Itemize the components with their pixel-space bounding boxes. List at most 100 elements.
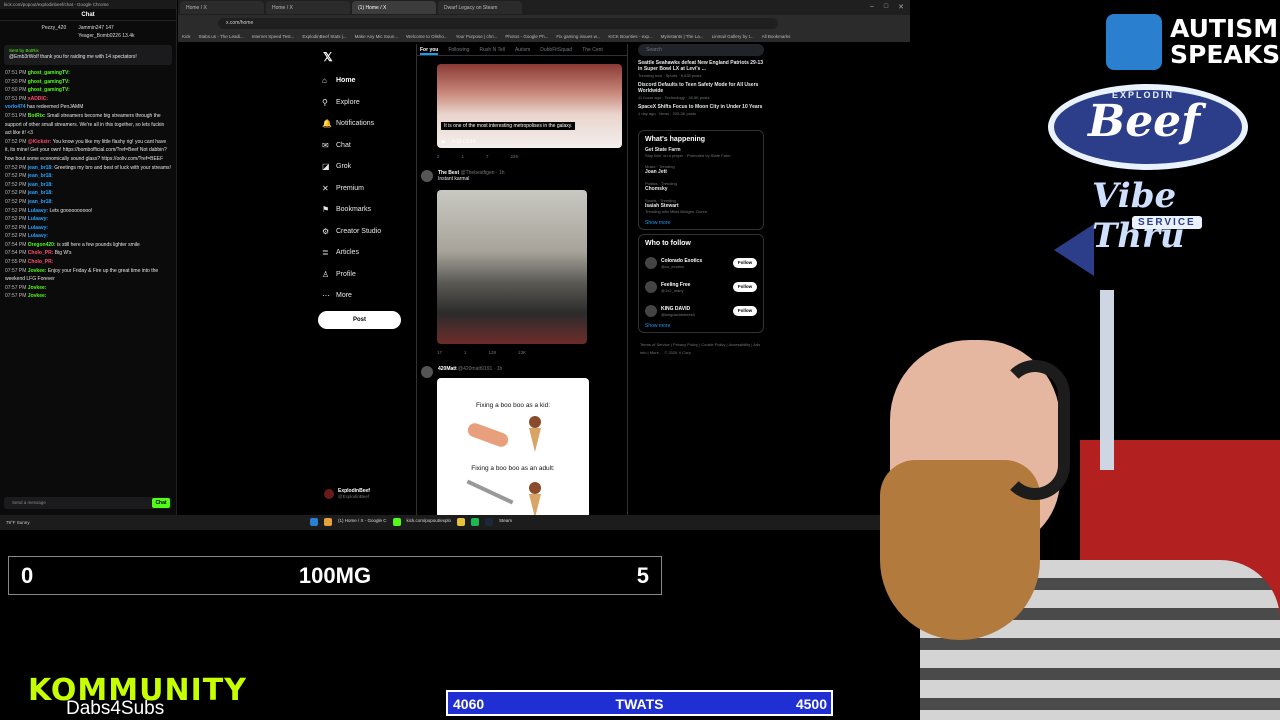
trend-item[interactable]: Sports · Trending Isaiah Stewart Trending … — [645, 198, 757, 214]
bookmark-item[interactable]: Stabs.us - The Leadi... — [199, 34, 244, 39]
nav-more[interactable]: ⋯ More — [322, 285, 381, 307]
bookmark-item[interactable]: Make Any Mic Soun... — [355, 34, 399, 39]
nav-grok[interactable]: ◪ Grok — [322, 156, 381, 178]
chat-message[interactable]: 07:54 PM Oregon420: is still here a few … — [5, 241, 171, 250]
chat-message[interactable]: 07:52 PM jean_br18: Greetings my bro and… — [5, 164, 171, 173]
chat-message[interactable]: 07:52 PM jean_br18: — [5, 198, 171, 207]
chat-message[interactable]: 07:52 PM Lulaavy: — [5, 232, 171, 241]
chat-message[interactable]: 07:51 PM xADDIC: — [5, 95, 171, 104]
trend-item[interactable]: Get State Farm Stop livin' on a prayer · … — [645, 147, 757, 158]
view-count[interactable]: 13K — [518, 350, 526, 355]
tweet-author[interactable]: 420Matt — [438, 366, 457, 372]
search-input[interactable]: Search — [638, 44, 764, 56]
news-item[interactable]: SpaceX Shifts Focus to Moon City in Unde… — [638, 104, 764, 116]
message-username[interactable]: ghost_gamingTV: — [28, 87, 70, 93]
post-button[interactable]: Post — [318, 311, 401, 329]
message-username[interactable]: ghost_gamingTV: — [28, 70, 70, 76]
message-username[interactable]: jean_br18: — [28, 199, 53, 205]
maximize-icon[interactable]: □ — [884, 3, 888, 11]
chat-message[interactable]: 07:51 PM ghost_gamingTV: — [5, 69, 171, 78]
nav-home[interactable]: ⌂ Home — [322, 70, 381, 92]
message-username[interactable]: @Kickstr: — [28, 139, 52, 145]
chat-message[interactable]: 07:55 PM Cholo_PR: — [5, 258, 171, 267]
message-username[interactable]: jean_br18: — [28, 182, 53, 188]
bookmark-item[interactable]: Your Purpose | chri... — [456, 34, 498, 39]
folder-icon[interactable] — [457, 518, 466, 526]
message-username[interactable]: xADDIC: — [28, 96, 48, 102]
nav-notifications[interactable]: 🔔 Notifications — [322, 113, 381, 135]
avatar[interactable] — [645, 257, 657, 269]
footer-links[interactable]: Terms of Service | Privacy Policy | Cook… — [638, 341, 764, 357]
message-username[interactable]: Jovkee: — [28, 285, 47, 291]
chat-message[interactable]: 07:50 PM ghost_gamingTV: — [5, 86, 171, 95]
chrome-icon[interactable] — [324, 518, 332, 526]
avatar[interactable] — [421, 170, 433, 182]
message-username[interactable]: Lulaavy: — [28, 225, 48, 231]
repost-count[interactable]: 1 — [462, 154, 465, 159]
follow-button[interactable]: Follow — [733, 282, 757, 292]
reply-count[interactable]: 2 — [437, 154, 440, 159]
feed-tab[interactable]: The Cent — [582, 44, 603, 55]
trend-item[interactable]: Music · Trending Joan Jett — [645, 164, 757, 175]
feed-tab[interactable]: Rush N Tell — [479, 44, 504, 55]
avatar[interactable] — [421, 366, 433, 378]
nav-explore[interactable]: ⚲ Explore — [322, 92, 381, 114]
nav-articles[interactable]: ≣ Articles — [322, 242, 381, 264]
kick-icon[interactable] — [392, 518, 401, 526]
bookmark-item[interactable]: Internet Speed Test... — [252, 34, 295, 39]
chat-message[interactable]: 07:52 PM jean_br18: — [5, 181, 171, 190]
message-username[interactable]: ghost_gamingTV: — [28, 79, 70, 85]
x-logo-icon[interactable]: 𝕏 — [323, 50, 333, 64]
tab-home-active[interactable]: (1) Home / X — [352, 1, 436, 14]
all-bookmarks[interactable]: All Bookmarks — [762, 34, 791, 39]
pinned-message[interactable]: Sent by BotRix @Emb3rWolf thank you for … — [4, 45, 172, 65]
reply-count[interactable]: 17 — [437, 350, 442, 355]
chat-message[interactable]: 07:50 PM ghost_gamingTV: — [5, 78, 171, 87]
bookmark-item[interactable]: Linmail Gallery by t... — [712, 34, 754, 39]
avatar[interactable] — [645, 305, 657, 317]
video-player[interactable]: It is one of the most interesting metrop… — [437, 64, 622, 148]
nav-chat[interactable]: ✉ Chat — [322, 135, 381, 157]
feed-tab[interactable]: Autism — [515, 44, 530, 55]
chat-message[interactable]: 07:52 PM @Kickstr: You know you like my … — [5, 138, 171, 164]
taskbar-item[interactable]: (1) Home / X - Google C — [338, 518, 387, 526]
address-bar[interactable]: x.com/home — [218, 17, 778, 29]
account-switcher[interactable]: ExplodinBeef @ExplodinBeef — [324, 488, 370, 499]
message-username[interactable]: Cholo_PR: — [28, 259, 54, 265]
start-icon[interactable] — [310, 518, 318, 526]
bookmark-item[interactable]: Kick — [182, 34, 191, 39]
news-item[interactable]: Discord Defaults to Teen Safety Mode for… — [638, 82, 764, 100]
spotify-icon[interactable] — [471, 518, 480, 526]
tweet-meme-image[interactable]: Fixing a boo boo as a kid: Fixing a boo … — [437, 378, 589, 515]
message-username[interactable]: Jovkee: — [28, 293, 47, 299]
steam-icon[interactable] — [485, 518, 494, 526]
message-username[interactable]: vorlo474 — [5, 104, 26, 110]
bookmark-item[interactable]: Fix gaming issues w... — [556, 34, 600, 39]
minimize-icon[interactable]: – — [870, 3, 874, 11]
bookmark-item[interactable]: Myinstants | The La... — [661, 34, 704, 39]
chat-message[interactable]: 07:57 PM Jovkee: Enjoy your Friday & Fir… — [5, 267, 171, 284]
avatar[interactable] — [645, 281, 657, 293]
chat-input[interactable]: Send a message — [4, 497, 172, 509]
chat-message[interactable]: vorlo474 has redeemed PenJAMM — [5, 103, 171, 112]
message-username[interactable]: jean_br18: — [28, 190, 53, 196]
message-username[interactable]: jean_br18: — [28, 165, 53, 171]
chat-message[interactable]: 07:57 PM Jovkee: — [5, 292, 171, 301]
view-count[interactable]: 226 — [511, 154, 519, 159]
chat-message[interactable]: 07:51 PM BotRix: Small streamers become … — [5, 112, 171, 138]
tab-home-2[interactable]: Home / X — [266, 1, 350, 14]
taskbar-item[interactable]: Steam — [499, 518, 512, 526]
feed-tab[interactable]: Following — [448, 44, 469, 55]
chat-send-button[interactable]: Chat — [152, 498, 170, 508]
follow-button[interactable]: Follow — [733, 258, 757, 268]
like-count[interactable]: 7 — [486, 154, 489, 159]
chat-message[interactable]: 07:52 PM Lulaavy: — [5, 224, 171, 233]
bookmark-item[interactable]: KICK Bounties - exp... — [608, 34, 652, 39]
like-count[interactable]: 128 — [489, 350, 497, 355]
chat-message[interactable]: 07:57 PM Jovkee: — [5, 284, 171, 293]
bookmark-item[interactable]: ExplodinBeef Stats |... — [302, 34, 346, 39]
news-item[interactable]: Seattle Seahawks defeat New England Patr… — [638, 60, 764, 78]
show-more-link[interactable]: Show more — [645, 323, 757, 329]
show-more-link[interactable]: Show more — [645, 220, 757, 226]
feed-tab[interactable]: DubbFitSquad — [540, 44, 572, 55]
